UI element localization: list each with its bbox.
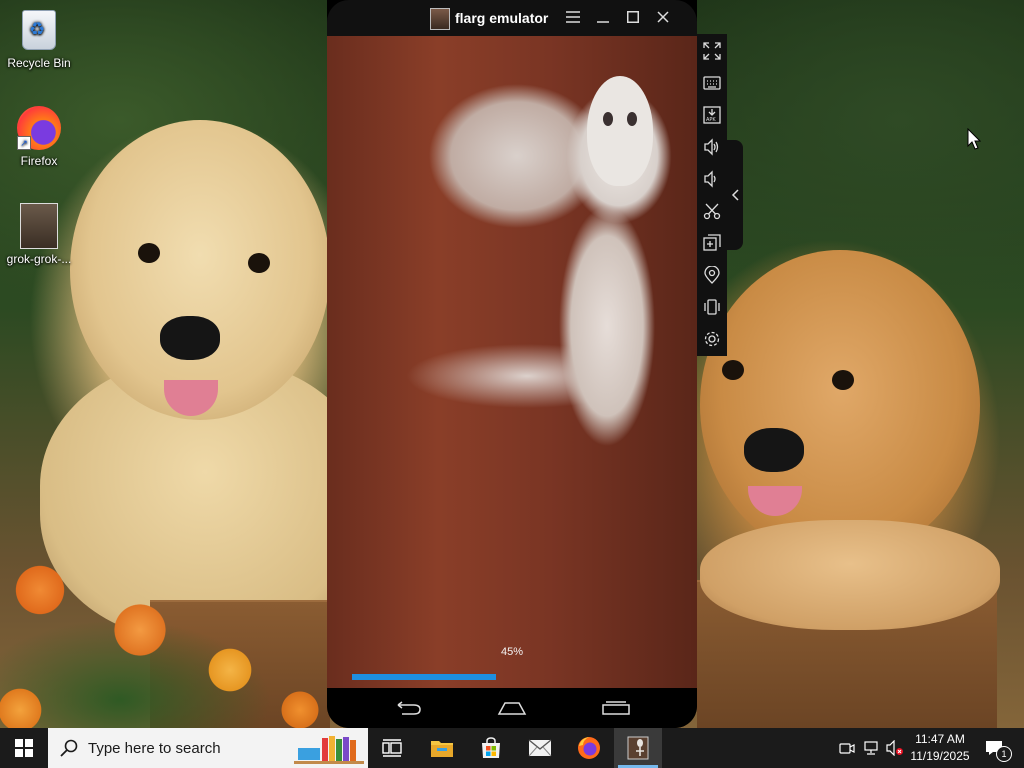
settings-icon (704, 331, 720, 347)
volume-button[interactable] (884, 728, 906, 768)
flarg-emulator-icon (627, 736, 649, 760)
loading-progress-fill (352, 674, 496, 680)
clock-time: 11:47 AM (915, 732, 965, 746)
minimize-icon (597, 21, 609, 23)
settings-button[interactable] (700, 327, 724, 351)
close-icon (657, 11, 669, 23)
shake-button[interactable] (700, 295, 724, 319)
wallpaper-eye (138, 243, 160, 263)
emulator-sidebar: APK (697, 34, 727, 356)
keyboard-button[interactable] (700, 71, 724, 95)
action-center-button[interactable]: 1 (978, 728, 1012, 768)
wallpaper-nose (744, 428, 804, 472)
multi-instance-button[interactable] (700, 231, 724, 255)
notification-count: 1 (996, 746, 1012, 762)
network-button[interactable] (860, 728, 882, 768)
wallpaper-eye (722, 360, 744, 380)
file-explorer-icon (431, 741, 453, 757)
windows-logo-icon (15, 739, 33, 757)
home-icon (497, 702, 527, 715)
microsoft-store-icon (482, 737, 500, 758)
volume-down-icon (704, 170, 716, 188)
minimize-button[interactable] (591, 6, 615, 30)
volume-up-icon (704, 138, 719, 156)
shortcut-arrow-icon: ↗ (17, 136, 31, 150)
recycle-bin-icon (17, 8, 61, 52)
back-icon (397, 701, 421, 715)
location-icon (704, 266, 720, 284)
start-button[interactable] (0, 728, 48, 768)
video-file-icon (17, 203, 61, 249)
desktop-icon-grok-video[interactable]: grok-grok-... (1, 203, 77, 266)
firefox-icon: ↗ (17, 106, 61, 150)
task-view-icon (382, 739, 402, 757)
mouse-cursor-icon (967, 128, 981, 150)
mail-icon (528, 739, 552, 757)
menu-icon (566, 11, 580, 23)
install-apk-icon: APK (703, 106, 721, 124)
install-apk-button[interactable]: APK (700, 103, 724, 127)
desktop-icon-label: grok-grok-... (6, 252, 72, 266)
wallpaper-eye (248, 253, 270, 273)
volume-up-button[interactable] (700, 135, 724, 159)
desktop-icon-label: Recycle Bin (7, 56, 71, 70)
fullscreen-button[interactable] (700, 39, 724, 63)
maximize-button[interactable] (621, 6, 645, 30)
flarg-emulator-taskbar-button[interactable] (614, 728, 662, 768)
multi-instance-icon (703, 234, 721, 251)
search-placeholder: Type here to search (88, 740, 221, 757)
task-view-button[interactable] (368, 728, 416, 768)
search-icon (60, 739, 78, 757)
taskbar: Type here to search 11:47 AM 11/19/2025 … (0, 728, 1024, 768)
wallpaper-nose (160, 316, 220, 360)
wallpaper-flowers (0, 560, 330, 730)
location-button[interactable] (700, 263, 724, 287)
flarg-emulator-icon (430, 8, 450, 30)
loading-progress-label: 45% (500, 646, 524, 658)
video-creature-head (587, 76, 653, 186)
recents-button[interactable] (596, 696, 636, 720)
volume-muted-icon (886, 740, 903, 756)
fullscreen-icon (703, 42, 721, 60)
wallpaper-puppy-right-head (700, 250, 980, 560)
sidebar-collapse-tab[interactable] (727, 140, 743, 250)
file-explorer-button[interactable] (418, 728, 466, 768)
meet-now-icon (839, 743, 855, 754)
wallpaper-puppy-right-paws (700, 520, 1000, 630)
emulator-title: flarg emulator (455, 10, 549, 26)
emulator-screen[interactable]: 45% (327, 36, 697, 688)
taskbar-search-box[interactable]: Type here to search (48, 728, 368, 768)
keyboard-icon (703, 76, 721, 90)
recents-icon (602, 701, 630, 715)
network-icon (864, 741, 878, 755)
screenshot-cut-icon (703, 203, 721, 220)
firefox-icon (578, 737, 600, 759)
chevron-left-icon (731, 189, 739, 201)
clock-date: 11/19/2025 (910, 749, 970, 763)
search-highlight-books-icon (294, 736, 364, 764)
shake-icon (704, 299, 720, 315)
wallpaper-eye (832, 370, 854, 390)
desktop-icon-firefox[interactable]: ↗ Firefox (1, 106, 77, 168)
wallpaper-puppy-left-head (70, 120, 330, 420)
volume-down-button[interactable] (700, 167, 724, 191)
meet-now-button[interactable] (836, 728, 858, 768)
svg-text:APK: APK (706, 117, 716, 123)
firefox-taskbar-button[interactable] (565, 728, 613, 768)
taskbar-clock[interactable]: 11:47 AM 11/19/2025 (906, 731, 974, 765)
mail-button[interactable] (516, 728, 564, 768)
loading-progress-bar (352, 674, 672, 680)
emulator-window: flarg emulator 45% (327, 0, 697, 728)
home-button[interactable] (492, 696, 532, 720)
desktop-icon-label: Firefox (20, 154, 58, 168)
back-button[interactable] (388, 696, 428, 720)
emulator-titlebar[interactable]: flarg emulator (327, 0, 697, 36)
microsoft-store-button[interactable] (467, 728, 515, 768)
desktop-icon-recycle-bin[interactable]: Recycle Bin (1, 8, 77, 70)
menu-button[interactable] (561, 6, 585, 30)
close-button[interactable] (651, 6, 675, 30)
screenshot-cut-button[interactable] (700, 199, 724, 223)
maximize-icon (627, 11, 639, 23)
android-nav-bar (327, 688, 697, 728)
